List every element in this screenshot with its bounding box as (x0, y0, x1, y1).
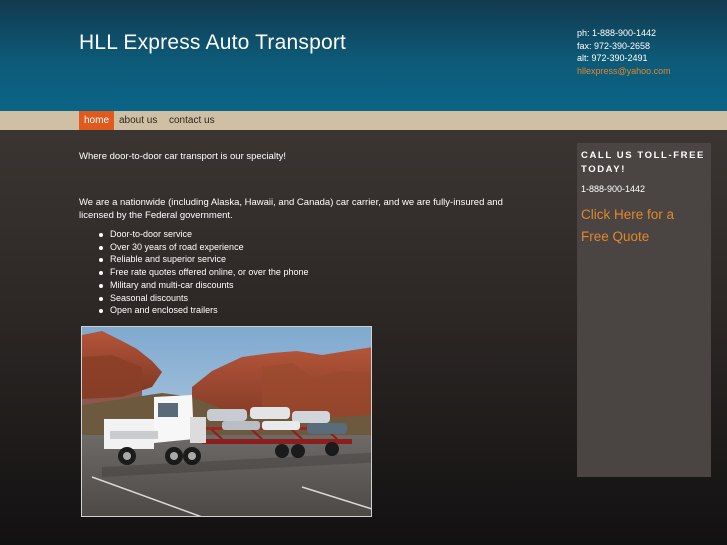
header-alt-phone: alt: 972-390-2491 (577, 53, 648, 64)
free-quote-link[interactable]: Click Here for a Free Quote (581, 204, 701, 247)
intro-paragraph: We are a nationwide (including Alaska, H… (79, 197, 503, 221)
feature-item: Open and enclosed trailers (99, 304, 524, 317)
site-title: HLL Express Auto Transport (79, 31, 347, 54)
site-header: HLL Express Auto Transport ph: 1-888-900… (0, 0, 727, 111)
feature-item: Free rate quotes offered online, or over… (99, 266, 524, 279)
truck-photo-illustration (82, 327, 371, 516)
main-nav: home about us contact us (0, 111, 727, 130)
main-content: Where door-to-door car transport is our … (79, 150, 524, 317)
sidebar-phone: 1-888-900-1442 (581, 184, 646, 194)
nav-contact-us[interactable]: contact us (164, 111, 220, 130)
header-fax: fax: 972-390-2658 (577, 40, 651, 51)
tagline: Where door-to-door car transport is our … (79, 151, 286, 162)
header-phone: ph: 1-888-900-1442 (577, 28, 657, 38)
sidebar-heading: CALL US TOLL-FREE TODAY! (581, 150, 705, 175)
header-contact-info: ph: 1-888-900-1442 fax: 972-390-2658 alt… (577, 27, 671, 77)
feature-item: Over 30 years of road experience (99, 241, 524, 254)
car-carrier-truck-photo (81, 326, 372, 517)
feature-item: Door-to-door service (99, 228, 524, 241)
feature-item: Seasonal discounts (99, 292, 524, 305)
feature-item: Reliable and superior service (99, 253, 524, 266)
sidebar-panel: CALL US TOLL-FREE TODAY! 1-888-900-1442 … (577, 143, 711, 477)
features-list: Door-to-door service Over 30 years of ro… (79, 228, 524, 317)
nav-about-us[interactable]: about us (114, 111, 162, 130)
feature-item: Military and multi-car discounts (99, 279, 524, 292)
nav-home[interactable]: home (79, 111, 115, 130)
header-email-link[interactable]: hllexpress@yahoo.com (577, 66, 671, 76)
